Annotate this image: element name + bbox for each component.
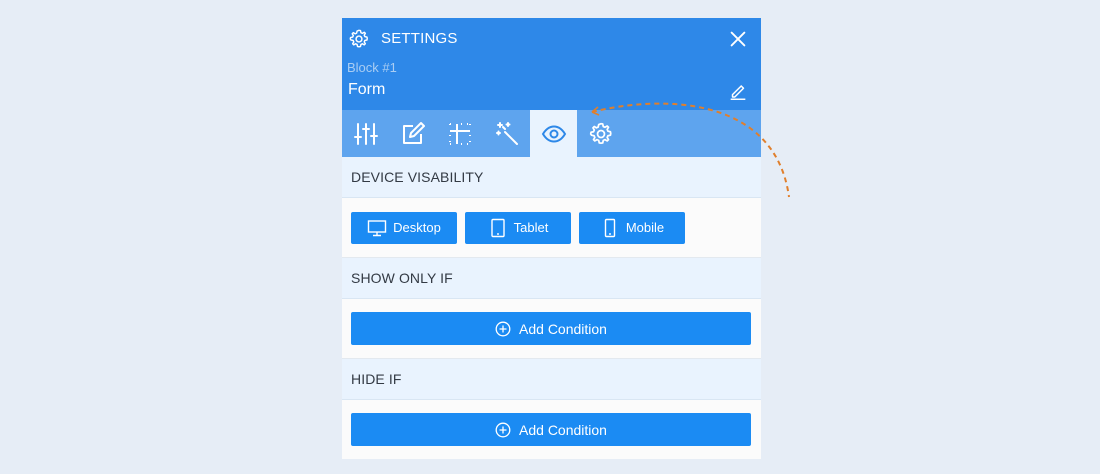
block-name: Form [348, 81, 386, 98]
mobile-icon [604, 218, 616, 237]
plus-circle-icon [495, 321, 511, 336]
close-icon[interactable] [727, 28, 749, 50]
block-label: Block #1 [347, 60, 397, 75]
add-condition-label: Add Condition [519, 421, 607, 438]
plus-circle-icon [495, 422, 511, 437]
tablet-label: Tablet [513, 220, 549, 235]
sliders-icon [353, 122, 378, 145]
tab-effects[interactable] [483, 110, 530, 157]
hide-if-body: Add Condition [342, 400, 761, 459]
tab-edit[interactable] [389, 110, 436, 157]
pointer-arrow [591, 102, 790, 198]
add-condition-label: Add Condition [519, 320, 607, 337]
tab-layout[interactable] [436, 110, 483, 157]
tab-visibility[interactable] [530, 110, 577, 157]
settings-panel: SETTINGS Block #1 Form DEVICE VISABILITY… [342, 18, 761, 459]
magic-wand-icon [495, 121, 518, 145]
panel-title: SETTINGS [381, 30, 458, 47]
gear-icon [349, 29, 368, 48]
mobile-label: Mobile [625, 220, 665, 235]
desktop-label: Desktop [393, 220, 441, 235]
device-buttons: Desktop Tablet Mobile [342, 198, 761, 258]
eye-icon [541, 124, 566, 143]
show-only-if-body: Add Condition [342, 299, 761, 359]
show-only-if-heading: SHOW ONLY IF [342, 258, 761, 299]
edit-icon [402, 121, 425, 144]
hide-if-heading: HIDE IF [342, 359, 761, 400]
add-condition-button[interactable]: Add Condition [351, 312, 751, 345]
desktop-button[interactable]: Desktop [351, 211, 457, 244]
desktop-icon [367, 219, 387, 236]
add-condition-button[interactable]: Add Condition [351, 413, 751, 446]
tablet-icon [490, 218, 505, 237]
tab-sliders[interactable] [342, 110, 389, 157]
grid-icon [448, 122, 471, 145]
mobile-button[interactable]: Mobile [579, 211, 685, 244]
tablet-button[interactable]: Tablet [465, 211, 571, 244]
